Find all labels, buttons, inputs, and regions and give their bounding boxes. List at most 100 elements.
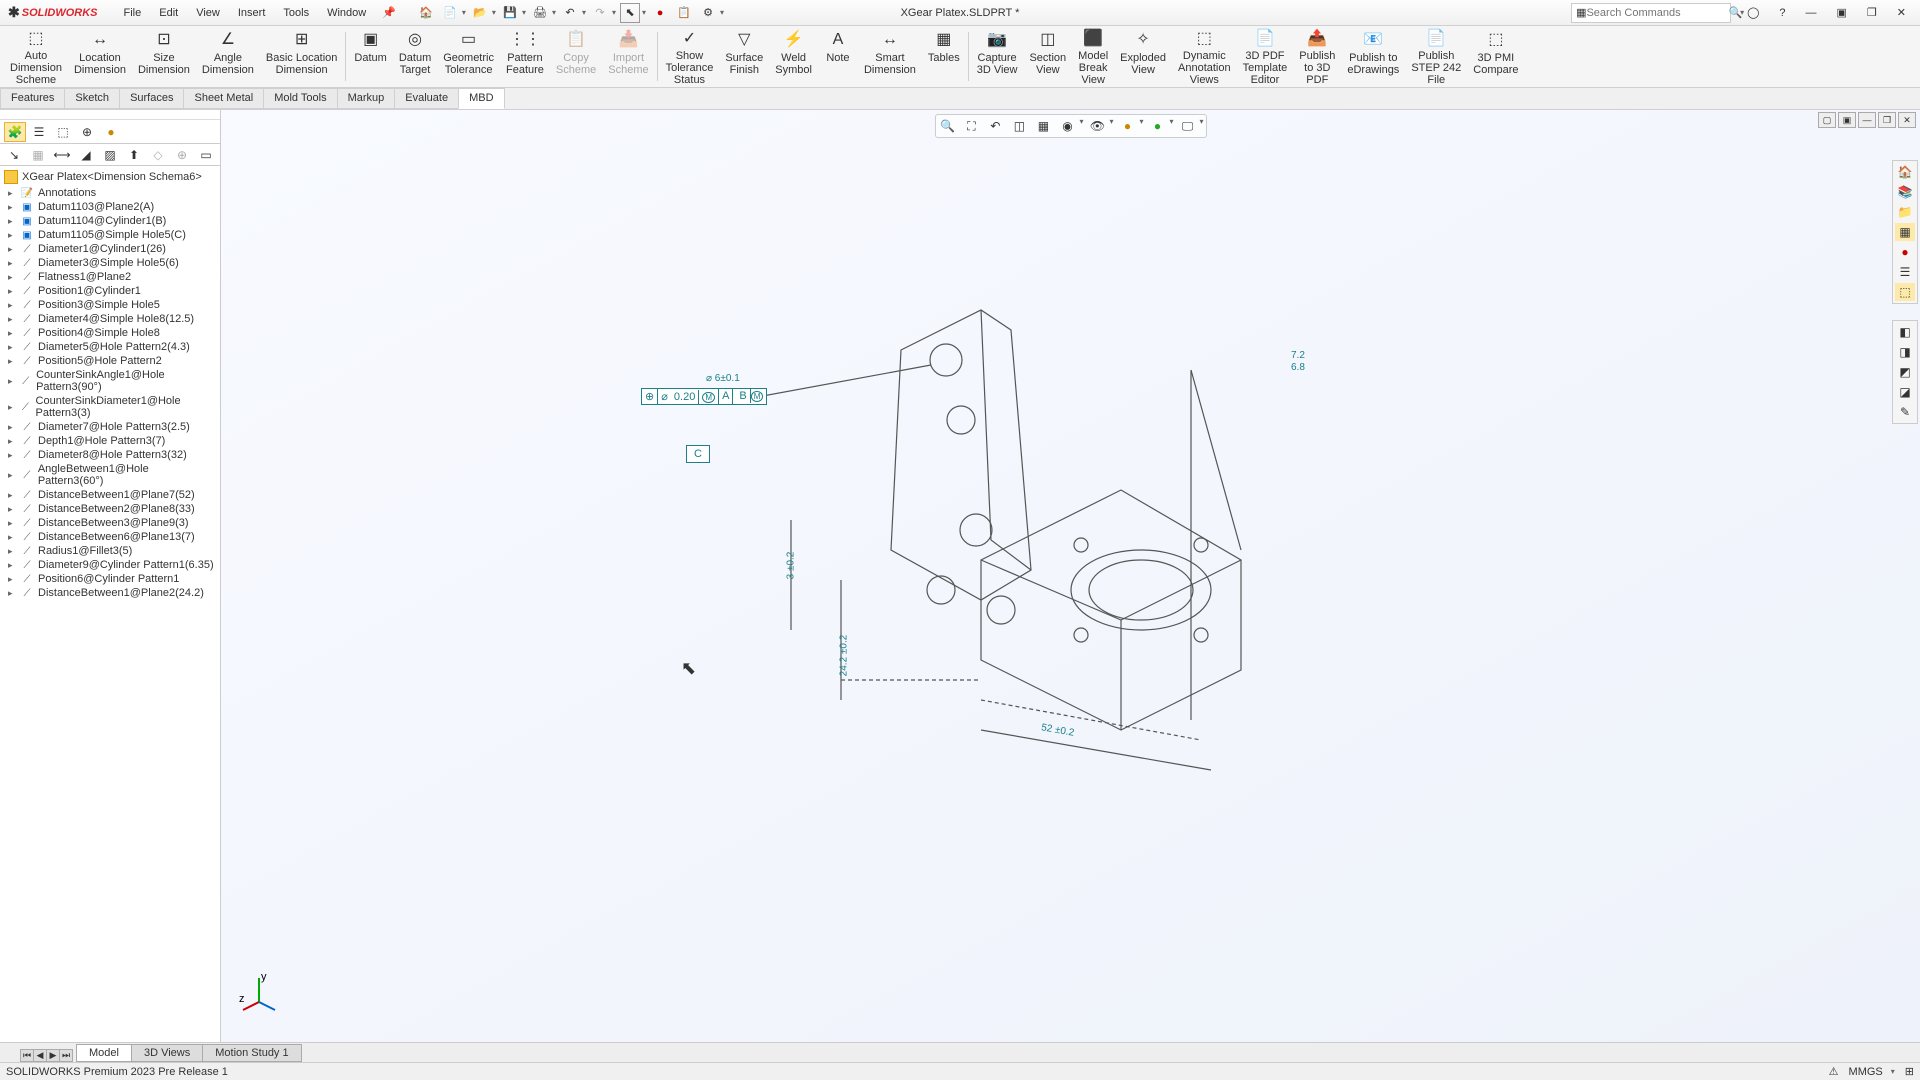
menu-tools[interactable]: Tools [275,3,317,23]
ribbon-datum[interactable]: ▣Datum [348,28,392,85]
forum-icon[interactable]: ⬚ [1895,283,1915,301]
property-manager-tab-icon[interactable]: ☰ [28,122,50,142]
ribbon-capture[interactable]: 📷Capture3D View [971,28,1024,85]
search-input[interactable] [1586,7,1728,19]
view-palette-icon[interactable]: ▦ [1895,223,1915,241]
tool9-icon[interactable]: ▭ [196,145,216,165]
pin-icon[interactable]: 📌 [382,6,396,19]
home-icon[interactable]: 🏠 [416,3,436,23]
options-icon[interactable]: 📋 [674,3,694,23]
dim-3[interactable]: 3 ±0.2 [785,552,796,580]
tool7-icon[interactable]: ◇ [148,145,168,165]
tree-item[interactable]: ▸⟋CounterSinkAngle1@Hole Pattern3(90°) [2,368,218,394]
ribbon-weld[interactable]: ⚡WeldSymbol [769,28,818,85]
edit-appearance-icon[interactable]: ● [1117,117,1137,135]
ribbon-3d-pdf[interactable]: 📄3D PDFTemplateEditor [1237,28,1294,85]
ribbon-exploded[interactable]: ✧ExplodedView [1114,28,1172,85]
expand-icon[interactable]: ▸ [8,532,16,543]
minimize-icon[interactable]: — [1800,5,1823,21]
redo-icon[interactable]: ↷ [590,3,610,23]
tree-item[interactable]: ▸⟋CounterSinkDiameter1@Hole Pattern3(3) [2,394,218,420]
save-icon[interactable]: 💾 [500,3,520,23]
ribbon-smart[interactable]: ↔SmartDimension [858,28,922,85]
tree-item[interactable]: ▸⟋Position5@Hole Pattern2 [2,354,218,368]
expand-icon[interactable]: ▸ [8,376,15,387]
tool5-icon[interactable]: ▨ [100,145,120,165]
tree-item[interactable]: ▸⟋Diameter5@Hole Pattern2(4.3) [2,340,218,354]
tree-item[interactable]: ▸⟋Diameter7@Hole Pattern3(2.5) [2,420,218,434]
zoom-fit-icon[interactable]: 🔍 [937,117,957,135]
sw-resources-icon[interactable]: 🏠 [1895,163,1915,181]
tree-item[interactable]: ▸⟋Diameter8@Hole Pattern3(32) [2,448,218,462]
tree-item[interactable]: ▸⟋Position6@Cylinder Pattern1 [2,572,218,586]
expand-icon[interactable]: ▸ [8,356,16,367]
fcf-position[interactable]: ⊕ ⌀ 0.20 M A BM [641,388,767,405]
vp-btn2-icon[interactable]: ▣ [1838,112,1856,128]
ribbon-3d-pmi[interactable]: ⬚3D PMICompare [1467,28,1524,85]
tree-item[interactable]: ▸▣Datum1105@Simple Hole5(C) [2,228,218,242]
expand-icon[interactable]: ▸ [8,244,16,255]
tab-markup[interactable]: Markup [337,88,396,109]
print-icon[interactable]: 🖨 [530,3,550,23]
tree-item[interactable]: ▸▣Datum1104@Cylinder1(B) [2,214,218,228]
ribbon-pattern[interactable]: ⋮⋮PatternFeature [500,28,550,85]
restore-icon[interactable]: ❐ [1861,4,1883,21]
tab-sketch[interactable]: Sketch [64,88,120,109]
expand-icon[interactable]: ▸ [8,216,16,227]
vp-btn1-icon[interactable]: ▢ [1818,112,1836,128]
menu-view[interactable]: View [188,3,228,23]
btab-prev-icon[interactable]: ◀ [33,1049,47,1062]
configuration-manager-tab-icon[interactable]: ⬚ [52,122,74,142]
status-warn-icon[interactable]: ⚠ [1829,1065,1839,1078]
tab-sheet-metal[interactable]: Sheet Metal [183,88,264,109]
expand-icon[interactable]: ▸ [8,328,16,339]
ribbon-angle[interactable]: ∠AngleDimension [196,28,260,85]
vp-close-icon[interactable]: ✕ [1898,112,1916,128]
expand-icon[interactable]: ▸ [8,490,16,501]
vp-minimize-icon[interactable]: — [1858,112,1876,128]
expand-icon[interactable]: ▸ [8,402,15,413]
ribbon-tables[interactable]: ▦Tables [922,28,966,85]
ribbon-geometric[interactable]: ▭GeometricTolerance [437,28,500,85]
expand-icon[interactable]: ▸ [8,588,16,599]
menu-window[interactable]: Window [319,3,374,23]
graphics-viewport[interactable]: 🔍 ⛶ ↶ ◫ ▦ ◉▾ 👁▾ ●▾ ●▾ 🖵▾ ▢ ▣ — ❐ ✕ 🏠 📚 📁… [221,110,1920,1042]
status-custom-icon[interactable]: ⊞ [1905,1065,1914,1078]
expand-icon[interactable]: ▸ [8,450,16,461]
apply-scene-icon[interactable]: ● [1148,117,1168,135]
display-manager-tab-icon[interactable]: ● [100,122,122,142]
btab-motion-study-1[interactable]: Motion Study 1 [202,1044,301,1062]
feature-tree[interactable]: XGear Platex<Dimension Schema6> ▸📝Annota… [0,166,220,1042]
expand-icon[interactable]: ▸ [8,436,16,447]
tree-item[interactable]: ▸⟋Position3@Simple Hole5 [2,298,218,312]
tool3-icon[interactable]: ⟷ [52,145,72,165]
expand-icon[interactable]: ▸ [8,314,16,325]
close-icon[interactable]: ✕ [1891,4,1912,21]
ribbon-location[interactable]: ↔LocationDimension [68,28,132,85]
expand-icon[interactable]: ▸ [8,272,16,283]
tree-item[interactable]: ▸⟋DistanceBetween3@Plane9(3) [2,516,218,530]
feature-manager-tab-icon[interactable]: 🧩 [4,122,26,142]
expand-icon[interactable]: ▸ [8,286,16,297]
help-icon[interactable]: ? [1773,5,1791,21]
btab-first-icon[interactable]: ⏮ [20,1049,34,1062]
expand-icon[interactable]: ▸ [8,518,16,529]
ribbon-dynamic[interactable]: ⬚DynamicAnnotationViews [1172,28,1237,85]
tree-item[interactable]: ▸⟋Diameter1@Cylinder1(26) [2,242,218,256]
expand-icon[interactable]: ▸ [8,504,16,515]
section-view-icon[interactable]: ◫ [1009,117,1029,135]
expand-icon[interactable]: ▸ [8,574,16,585]
zoom-area-icon[interactable]: ⛶ [961,117,981,135]
tab-features[interactable]: Features [0,88,65,109]
tree-item[interactable]: ▸⟋Position1@Cylinder1 [2,284,218,298]
expand-icon[interactable]: ▸ [8,230,16,241]
tree-item[interactable]: ▸⟋Position4@Simple Hole8 [2,326,218,340]
btab-model[interactable]: Model [76,1044,132,1062]
tree-item[interactable]: ▸⟋DistanceBetween1@Plane7(52) [2,488,218,502]
tp-brush-icon[interactable]: ✎ [1895,403,1915,421]
ribbon-datum[interactable]: ◎DatumTarget [393,28,437,85]
tree-item[interactable]: ▸⟋Diameter9@Cylinder Pattern1(6.35) [2,558,218,572]
btab-3d-views[interactable]: 3D Views [131,1044,203,1062]
tree-item[interactable]: ▸⟋Diameter3@Simple Hole5(6) [2,256,218,270]
expand-icon[interactable]: ▸ [8,188,16,199]
